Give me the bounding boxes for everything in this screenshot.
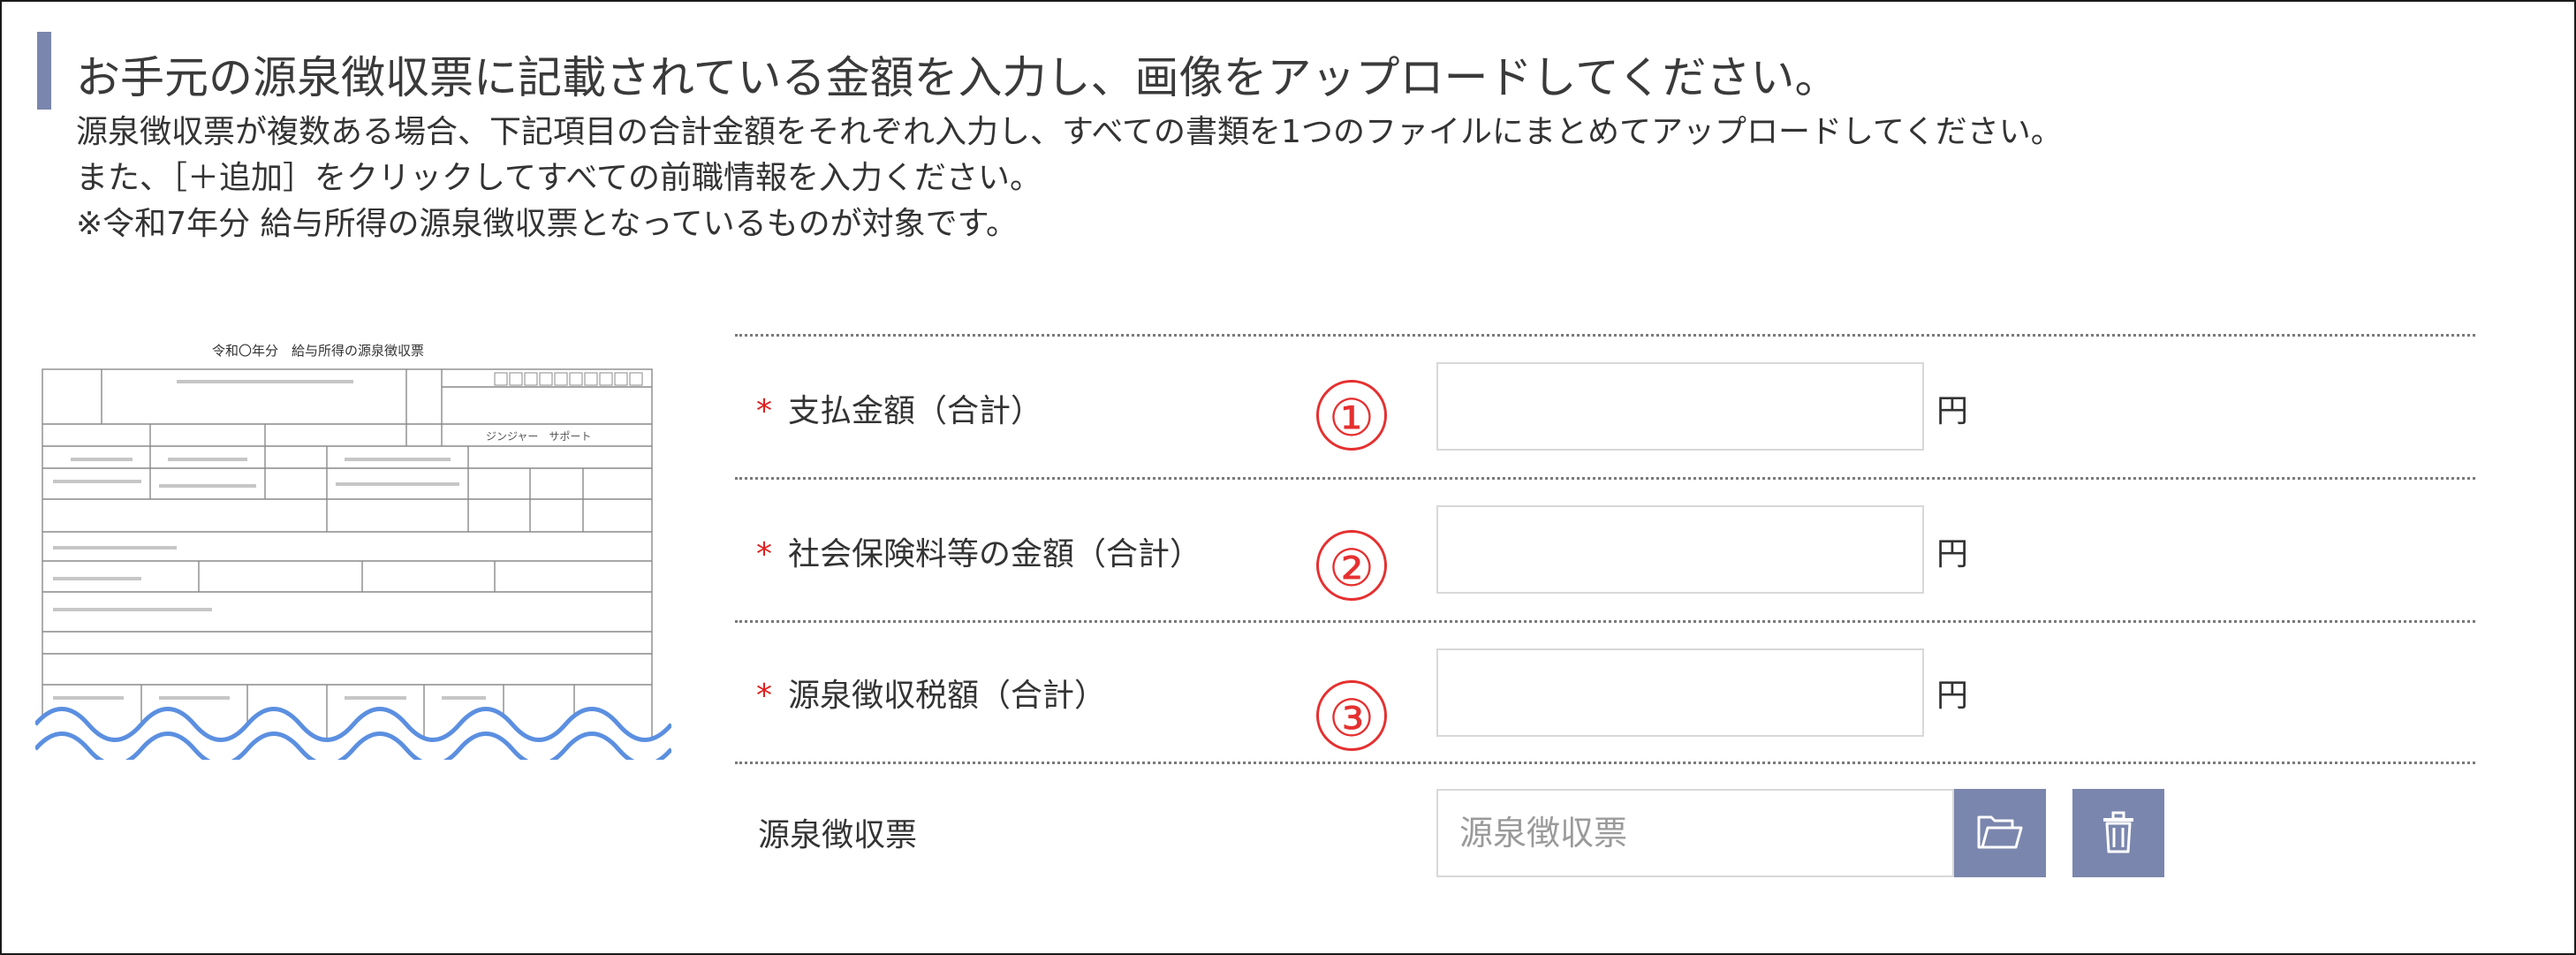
instruction-note: ※令和7年分 給与所得の源泉徴収票となっているものが対象です。	[76, 206, 1019, 242]
instruction-note: 源泉徴収票が複数ある場合、下記項目の合計金額をそれぞれ入力し、すべての書類を1つ…	[76, 114, 2063, 150]
yen-unit: 円	[1936, 393, 1969, 429]
row-divider	[735, 334, 2475, 337]
withholding-tax-input[interactable]	[1436, 648, 1924, 737]
row-divider	[735, 477, 2475, 480]
payment-amount-label-text: 支払金額（合計）	[788, 393, 1043, 429]
social-insurance-label: * 社会保険料等の金額（合計）	[756, 528, 1201, 574]
payment-amount-label: * 支払金額（合計）	[756, 385, 1042, 431]
browse-file-button[interactable]	[1954, 789, 2046, 877]
folder-open-icon	[1977, 815, 2023, 849]
instruction-note: また、［＋追加］をクリックしてすべての前職情報を入力ください。	[76, 160, 1042, 196]
row-divider	[735, 762, 2475, 764]
marker-1: ①	[1316, 380, 1387, 451]
slip-name: ジンジャー サポート	[486, 430, 591, 443]
required-mark: *	[756, 536, 772, 572]
row-divider	[735, 620, 2475, 623]
heading-accent-bar	[37, 32, 51, 110]
delete-file-button[interactable]	[2072, 789, 2164, 877]
yen-unit: 円	[1936, 536, 1969, 572]
withholding-slip-file-label: 源泉徴収票	[758, 817, 918, 853]
slip-title: 令和〇年分 給与所得の源泉徴収票	[212, 343, 424, 359]
marker-3: ③	[1316, 680, 1387, 751]
payment-amount-input[interactable]	[1436, 362, 1924, 451]
marker-2: ②	[1316, 530, 1387, 601]
required-mark: *	[756, 393, 772, 429]
withholding-slip-file-field[interactable]	[1436, 789, 1954, 877]
withholding-tax-label: * 源泉徴収税額（合計）	[756, 670, 1106, 716]
instruction-heading: お手元の源泉徴収票に記載されている金額を入力し、画像をアップロードしてください。	[76, 52, 1839, 103]
withholding-slip-image: 令和〇年分 給与所得の源泉徴収票 ジンジャー サポート	[35, 343, 671, 760]
required-mark: *	[756, 678, 772, 714]
withholding-tax-label-text: 源泉徴収税額（合計）	[788, 678, 1107, 714]
trash-icon	[2103, 811, 2133, 853]
social-insurance-label-text: 社会保険料等の金額（合計）	[788, 536, 1202, 572]
social-insurance-input[interactable]	[1436, 505, 1924, 594]
yen-unit: 円	[1936, 678, 1969, 714]
